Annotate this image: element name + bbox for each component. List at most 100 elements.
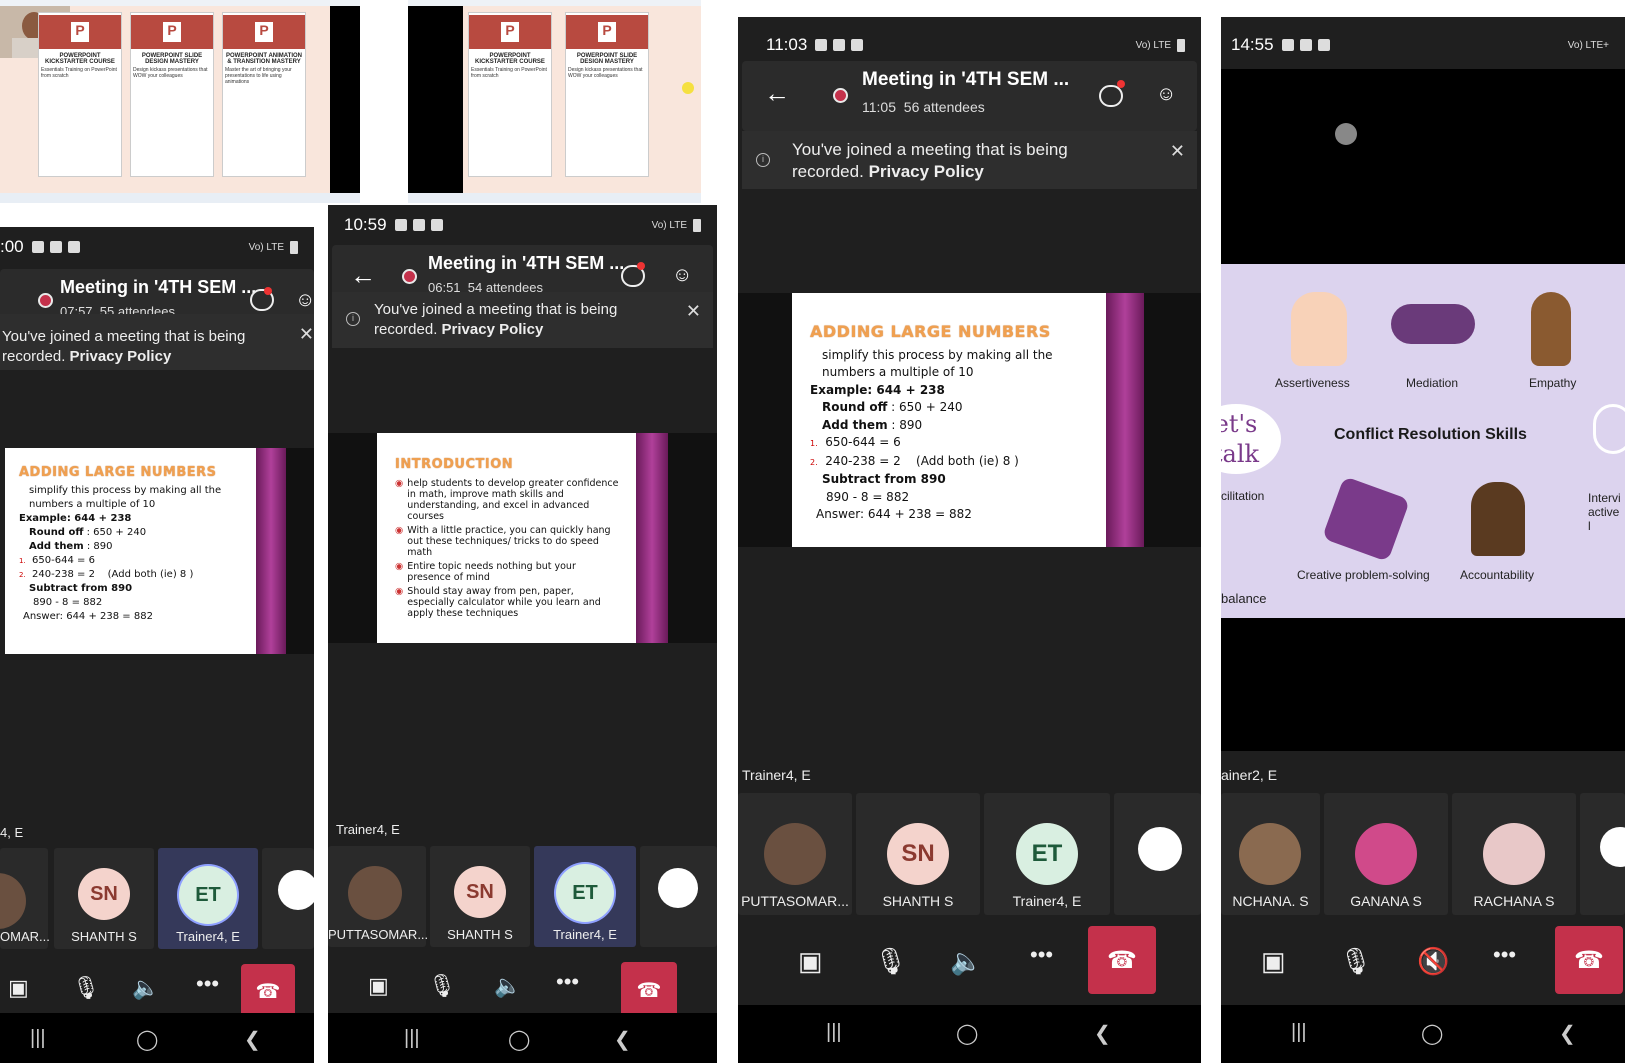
course-card: 12 POWERPOINT ANIMATION & TRANSITION MAS… bbox=[222, 12, 306, 177]
participant-tile[interactable]: RACHANA S bbox=[1452, 793, 1576, 915]
taskbar bbox=[408, 193, 701, 203]
camera-off-icon[interactable]: ▣ bbox=[798, 946, 823, 977]
back-icon[interactable]: ❮ bbox=[1559, 1021, 1576, 1046]
home-icon[interactable]: ◯ bbox=[508, 1027, 530, 1052]
privacy-policy-link[interactable]: Privacy Policy bbox=[869, 162, 984, 181]
participants-icon[interactable]: ☺ bbox=[672, 264, 698, 286]
participant-tile[interactable]: SN SHANTH S bbox=[430, 846, 530, 947]
mic-off-icon[interactable]: 🎙 bbox=[72, 975, 100, 1001]
privacy-policy-link[interactable]: Privacy Policy bbox=[70, 348, 172, 365]
recent-apps-icon[interactable]: ||| bbox=[30, 1027, 46, 1050]
phone-screen-1: :00 Vo) LTE Meeting in '4TH SEM ... 07:5… bbox=[0, 227, 314, 1063]
presenter-label: 4, E bbox=[0, 825, 24, 840]
info-icon: i bbox=[756, 153, 770, 167]
status-time: 10:59 bbox=[344, 215, 387, 234]
more-options-icon[interactable]: ••• bbox=[556, 969, 579, 995]
shared-slide: ADDING LARGE NUMBERS simplify this proce… bbox=[792, 293, 1106, 547]
avatar bbox=[348, 866, 402, 920]
participant-tile[interactable]: GANANA S bbox=[1324, 793, 1448, 915]
chat-icon[interactable] bbox=[1099, 85, 1123, 107]
avatar bbox=[1355, 823, 1417, 885]
privacy-policy-link[interactable]: Privacy Policy bbox=[442, 321, 544, 338]
shared-slide: Assertiveness Mediation Empathy et's tal… bbox=[1221, 264, 1625, 618]
participant-tile[interactable] bbox=[640, 846, 717, 947]
participant-tile[interactable] bbox=[1580, 793, 1625, 915]
recent-apps-icon[interactable]: ||| bbox=[826, 1021, 842, 1044]
participant-tile[interactable]: PUTTASOMAR... bbox=[328, 846, 428, 947]
avatar: ET bbox=[179, 866, 237, 924]
recording-icon bbox=[833, 88, 848, 103]
mic-off-icon[interactable]: 🎙 bbox=[428, 973, 456, 999]
participant-tile[interactable]: PUTTASOMAR... bbox=[738, 793, 852, 915]
recent-apps-icon[interactable]: ||| bbox=[1291, 1021, 1307, 1044]
recent-apps-icon[interactable]: ||| bbox=[404, 1027, 420, 1050]
avatar bbox=[764, 823, 826, 885]
participant-tile[interactable]: ET Trainer4, E bbox=[158, 848, 258, 949]
avatar bbox=[1138, 827, 1182, 871]
participant-tile[interactable]: ET Trainer4, E bbox=[984, 793, 1110, 915]
camera-off-icon[interactable]: ▣ bbox=[368, 973, 389, 999]
status-time: 14:55 bbox=[1231, 35, 1274, 54]
participant-tile[interactable]: SN SHANTH S bbox=[54, 848, 154, 949]
mic-off-icon[interactable]: 🎙 bbox=[1339, 946, 1372, 977]
slide-title: Conflict Resolution Skills bbox=[1334, 426, 1527, 443]
more-options-icon[interactable]: ••• bbox=[1493, 942, 1516, 968]
back-icon[interactable]: ❮ bbox=[614, 1027, 631, 1052]
avatar bbox=[1483, 823, 1545, 885]
close-icon[interactable]: ✕ bbox=[686, 301, 701, 321]
woman-icon bbox=[1471, 482, 1525, 556]
recording-icon bbox=[402, 269, 417, 284]
mic-off-icon[interactable]: 🎙 bbox=[874, 946, 907, 977]
close-icon[interactable]: ✕ bbox=[1170, 140, 1185, 162]
phone-screen-3: 11:03 Vo) LTE ← Meeting in '4TH SEM ... … bbox=[738, 17, 1201, 1063]
participants-icon[interactable]: ☺ bbox=[1156, 83, 1182, 105]
call-controls: ▣ 🎙 🔇 ••• ☎ bbox=[1221, 922, 1625, 1002]
meeting-header: ← Meeting in '4TH SEM ... 11:05 56 atten… bbox=[742, 61, 1197, 131]
puzzle-icon bbox=[1321, 476, 1411, 562]
person-icon bbox=[1531, 292, 1571, 366]
info-icon: i bbox=[346, 312, 360, 326]
participants-icon[interactable]: ☺ bbox=[295, 289, 314, 311]
avatar bbox=[278, 870, 314, 910]
end-call-button[interactable]: ☎ bbox=[1555, 926, 1623, 994]
participant-tile[interactable]: ET Trainer4, E bbox=[534, 846, 636, 947]
end-call-button[interactable]: ☎ bbox=[1088, 926, 1156, 994]
home-icon[interactable]: ◯ bbox=[136, 1027, 158, 1052]
speaker-icon[interactable]: 🔈 bbox=[950, 946, 982, 977]
laptop-screen-1: POWERPOINT KICKSTARTER COURSE Essentials… bbox=[0, 0, 360, 203]
avatar bbox=[658, 868, 698, 908]
close-icon[interactable]: ✕ bbox=[299, 324, 314, 344]
back-arrow-icon[interactable]: ← bbox=[350, 261, 376, 289]
more-options-icon[interactable]: ••• bbox=[196, 971, 219, 997]
more-options-icon[interactable]: ••• bbox=[1030, 942, 1053, 968]
avatar: ET bbox=[1016, 823, 1078, 885]
participant-tile[interactable]: NCHANA. S bbox=[1221, 793, 1320, 915]
speaker-icon[interactable]: 🔈 bbox=[132, 975, 159, 1001]
avatar: ET bbox=[556, 864, 614, 922]
avatar: SN bbox=[887, 823, 949, 885]
speaker-icon[interactable]: 🔈 bbox=[494, 973, 521, 999]
home-icon[interactable]: ◯ bbox=[1421, 1021, 1443, 1046]
camera-off-icon[interactable]: ▣ bbox=[1261, 946, 1286, 977]
back-icon[interactable]: ❮ bbox=[244, 1027, 261, 1052]
back-arrow-icon[interactable]: ← bbox=[764, 79, 790, 107]
meeting-title: Meeting in '4TH SEM ... bbox=[428, 253, 625, 273]
participant-tile[interactable]: SN SHANTH S bbox=[856, 793, 980, 915]
participant-tile[interactable]: OMAR... bbox=[0, 848, 50, 949]
back-icon[interactable]: ❮ bbox=[1094, 1021, 1111, 1046]
end-call-button[interactable]: ☎ bbox=[241, 964, 295, 1018]
recording-notice: You've joined a meeting that is being re… bbox=[0, 314, 314, 370]
end-call-button[interactable]: ☎ bbox=[621, 962, 677, 1018]
home-icon[interactable]: ◯ bbox=[956, 1021, 978, 1046]
taskbar bbox=[0, 193, 360, 203]
speaker-muted-icon[interactable]: 🔇 bbox=[1417, 946, 1449, 977]
lets-talk-badge: et's talk bbox=[1221, 404, 1281, 474]
recording-notice: i You've joined a meeting that is being … bbox=[742, 131, 1197, 189]
participant-tile[interactable] bbox=[1114, 793, 1201, 915]
recording-notice: i You've joined a meeting that is being … bbox=[332, 292, 713, 348]
headset-icon bbox=[1593, 404, 1625, 454]
course-card: 10 POWERPOINT KICKSTARTER COURSE Essenti… bbox=[468, 12, 552, 177]
camera-off-icon[interactable]: ▣ bbox=[8, 975, 29, 1001]
participant-tile[interactable] bbox=[262, 848, 314, 949]
status-time: :00 bbox=[0, 237, 24, 256]
